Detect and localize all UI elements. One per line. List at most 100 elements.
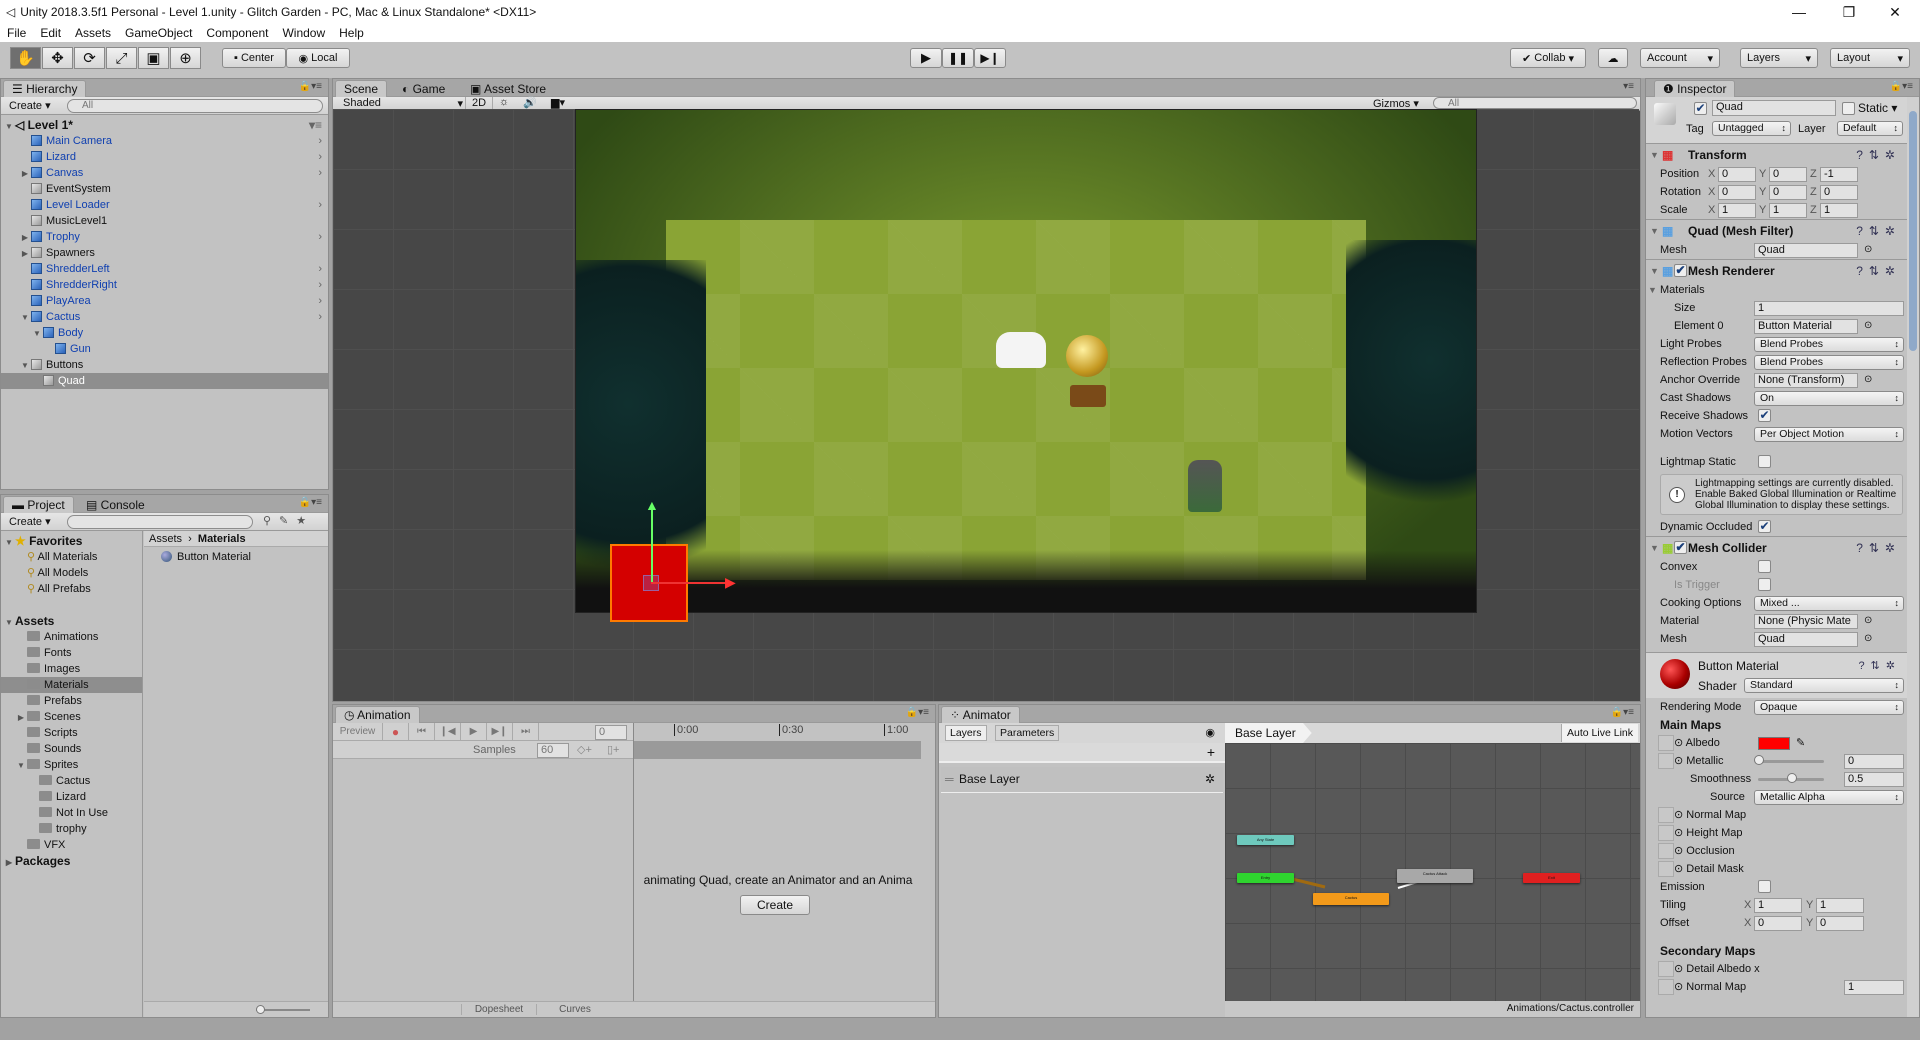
component-enabled-checkbox[interactable]: ✔ (1674, 541, 1687, 554)
scale-tool-button[interactable]: ⤢ (106, 47, 137, 69)
create-animator-button[interactable]: Create (740, 895, 810, 915)
menu-file[interactable]: File (0, 24, 33, 42)
auto-live-link-button[interactable]: Auto Live Link (1561, 724, 1638, 742)
anchor-override-field[interactable]: None (Transform) (1754, 373, 1858, 388)
play-animation-button[interactable]: ▶ (461, 723, 487, 741)
materials-size-input[interactable]: 1 (1754, 301, 1904, 316)
expand-arrow-icon[interactable]: ▶ (3, 855, 15, 871)
state-cactus[interactable]: Cactus (1313, 893, 1389, 905)
maximize-button[interactable]: ❐ (1826, 0, 1872, 24)
texture-slot[interactable] (1658, 735, 1674, 751)
y-axis-gizmo[interactable] (651, 504, 653, 582)
lock-icon[interactable]: 🔒▾≡ (1611, 707, 1634, 718)
material-menu-icons[interactable]: ?⇅✲ (1858, 659, 1901, 672)
first-keyframe-button[interactable]: ⏮ (409, 723, 435, 741)
expand-arrow-icon[interactable]: ▼ (15, 758, 27, 774)
transform-tool-button[interactable]: ⊕ (170, 47, 201, 69)
gear-icon[interactable]: ✲ (1205, 767, 1215, 791)
audio-toggle-icon[interactable]: 🔊 (523, 96, 537, 109)
project-folder-item[interactable]: Cactus (1, 773, 142, 789)
eyedropper-icon[interactable]: ✎ (1796, 734, 1805, 752)
project-folder-item[interactable]: Materials (1, 677, 142, 693)
texture-slot[interactable] (1658, 843, 1674, 859)
samples-input[interactable]: 60 (537, 743, 569, 758)
mesh-field-picker-icon[interactable]: ⊙ (1864, 241, 1872, 259)
component-enabled-checkbox[interactable]: ✔ (1674, 264, 1687, 277)
texture-slot[interactable] (1658, 979, 1674, 995)
physic-material-field-picker-icon[interactable]: ⊙ (1864, 612, 1872, 630)
smoothness-slider-input[interactable]: 0.5 (1844, 772, 1904, 787)
preview-button[interactable]: Preview (333, 723, 383, 741)
state-cactus-attack[interactable]: Cactus Attack (1397, 869, 1473, 883)
last-keyframe-button[interactable]: ⏭ (513, 723, 539, 741)
lock-icon[interactable]: 🔒▾≡ (299, 81, 322, 92)
hierarchy-item[interactable]: ▶ Spawners (1, 245, 328, 261)
open-prefab-icon[interactable]: › (318, 309, 322, 325)
motion-vectors-dropdown[interactable]: Per Object Motion (1754, 427, 1904, 442)
offset-y-input[interactable]: 0 (1816, 916, 1864, 931)
vector-z-input[interactable]: 1 (1820, 203, 1858, 218)
tab-layers[interactable]: Layers (945, 725, 987, 741)
record-button[interactable]: ● (383, 723, 409, 741)
vector-x-input[interactable]: 0 (1718, 185, 1756, 200)
2d-toggle[interactable]: 2D (465, 97, 494, 109)
project-folder-item[interactable]: Images (1, 661, 142, 677)
tab-inspector[interactable]: ❶ Inspector (1654, 80, 1736, 97)
hierarchy-item[interactable]: EventSystem (1, 181, 328, 197)
hierarchy-item[interactable]: Lizard › (1, 149, 328, 165)
tab-game[interactable]: ◐ Game (393, 80, 454, 97)
foldout-arrow-icon[interactable]: ▼ (1650, 144, 1659, 166)
offset-x-input[interactable]: 0 (1754, 916, 1802, 931)
anchor-override-field-picker-icon[interactable]: ⊙ (1864, 371, 1872, 389)
scene-search-input[interactable]: All (1433, 97, 1637, 109)
project-folder-item[interactable]: ⚲ All Prefabs (1, 581, 142, 597)
layer-item[interactable]: ═ Base Layer ✲ (941, 767, 1223, 793)
x-arrow-icon[interactable]: ▶ (725, 574, 736, 591)
reflection-probes-dropdown[interactable]: Blend Probes (1754, 355, 1904, 370)
hierarchy-item[interactable]: ▶ Trophy › (1, 229, 328, 245)
component-menu-icons[interactable]: ?⇅✲ (1856, 260, 1901, 282)
materials-foldout-icon[interactable]: ▼ (1648, 281, 1657, 299)
hierarchy-search-input[interactable]: All (67, 99, 323, 113)
project-folder-item[interactable]: Prefabs (1, 693, 142, 709)
tab-parameters[interactable]: Parameters (995, 725, 1060, 741)
project-folder-item[interactable]: ▼ Assets (1, 613, 142, 629)
component-menu-icons[interactable]: ?⇅✲ (1856, 220, 1901, 242)
texture-slot[interactable] (1658, 861, 1674, 877)
menu-help[interactable]: Help (332, 24, 371, 42)
close-button[interactable]: ✕ (1872, 0, 1918, 24)
expand-arrow-icon[interactable]: ▼ (19, 358, 31, 374)
prev-keyframe-button[interactable]: ❙◀ (435, 723, 461, 741)
move-tool-button[interactable]: ✥ (42, 47, 73, 69)
tag-dropdown[interactable]: Untagged (1712, 121, 1791, 136)
cooking-options-dropdown[interactable]: Mixed ... (1754, 596, 1904, 611)
project-folder-item[interactable]: ▼ Sprites (1, 757, 142, 773)
pause-button[interactable]: ❚❚ (942, 48, 974, 68)
expand-arrow-icon[interactable]: ▶ (19, 246, 31, 262)
project-folder-item[interactable]: Not In Use (1, 805, 142, 821)
inspector-scrollbar[interactable] (1907, 97, 1919, 1017)
collider-mesh-field-picker-icon[interactable]: ⊙ (1864, 630, 1872, 648)
minimize-button[interactable]: — (1776, 0, 1822, 24)
rect-tool-button[interactable]: ▣ (138, 47, 169, 69)
project-folder-item[interactable]: ▶ Packages (1, 853, 142, 869)
collider-mesh-field[interactable]: Quad (1754, 632, 1858, 647)
metallic-slider-track[interactable] (1758, 760, 1824, 763)
hierarchy-item[interactable]: Main Camera › (1, 133, 328, 149)
expand-arrow-icon[interactable]: ▶ (19, 166, 31, 182)
scene-menu-icon[interactable]: ▾≡ (309, 117, 322, 133)
albedo-color-swatch[interactable] (1758, 737, 1790, 750)
frame-input[interactable]: 0 (595, 725, 627, 740)
vector-z-input[interactable]: -1 (1820, 167, 1858, 182)
component-header[interactable]: ▼ ▦ Quad (Mesh Filter) ?⇅✲ (1646, 219, 1907, 241)
material-element-field[interactable]: Button Material (1754, 319, 1858, 334)
project-folder-item[interactable]: ▶ Scenes (1, 709, 142, 725)
component-menu-icons[interactable]: ?⇅✲ (1856, 537, 1901, 559)
project-folder-item[interactable]: ▼ ★ Favorites (1, 533, 142, 549)
light-probes-dropdown[interactable]: Blend Probes (1754, 337, 1904, 352)
smoothness-source-dropdown[interactable]: Metallic Alpha (1754, 790, 1904, 805)
static-checkbox[interactable] (1842, 102, 1855, 115)
scene-root[interactable]: ▼ ◁ Level 1* ▾≡ (1, 117, 328, 133)
pivot-center-button[interactable]: ▪ Center (222, 48, 286, 68)
play-button[interactable]: ▶ (910, 48, 942, 68)
